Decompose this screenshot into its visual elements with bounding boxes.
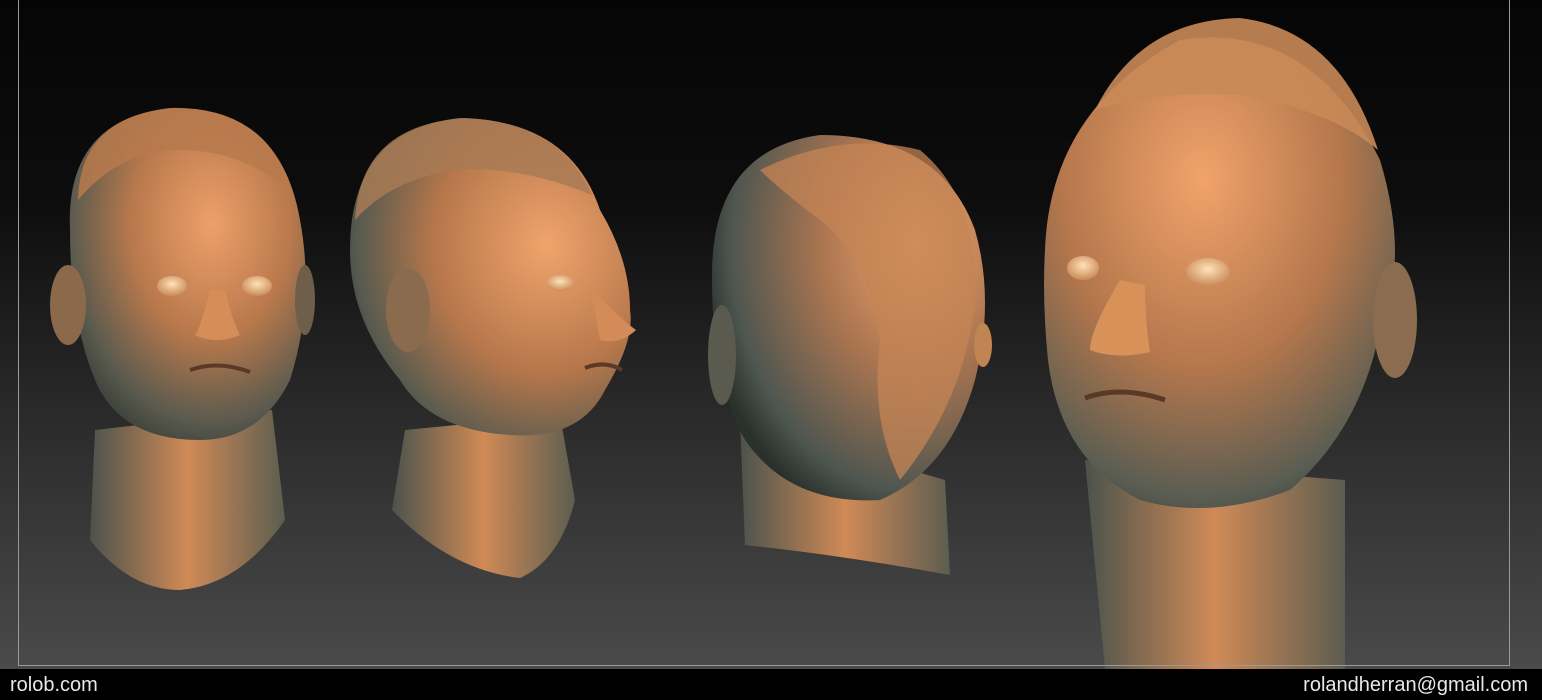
front-view — [50, 107, 315, 590]
eye-left — [157, 276, 187, 296]
eye-left — [1067, 256, 1099, 280]
ear — [386, 268, 430, 352]
eye-right — [242, 276, 272, 296]
sculpt-renders — [50, 18, 1417, 669]
ear-right — [295, 265, 315, 335]
contact-email[interactable]: rolandherran@gmail.com — [1303, 674, 1528, 696]
footer-bar: rolob.com rolandherran@gmail.com — [0, 669, 1542, 700]
site-link[interactable]: rolob.com — [10, 674, 98, 696]
eye-right — [1186, 258, 1230, 286]
ear-left — [708, 305, 736, 405]
back-view — [708, 135, 992, 575]
render-viewport — [0, 0, 1542, 669]
ear — [1373, 262, 1417, 378]
close-up-view — [1044, 18, 1417, 669]
three-quarter-view — [350, 118, 636, 578]
ear-left — [50, 265, 86, 345]
ear-right — [974, 323, 992, 367]
neck-shape — [392, 415, 575, 578]
eye — [546, 275, 574, 291]
